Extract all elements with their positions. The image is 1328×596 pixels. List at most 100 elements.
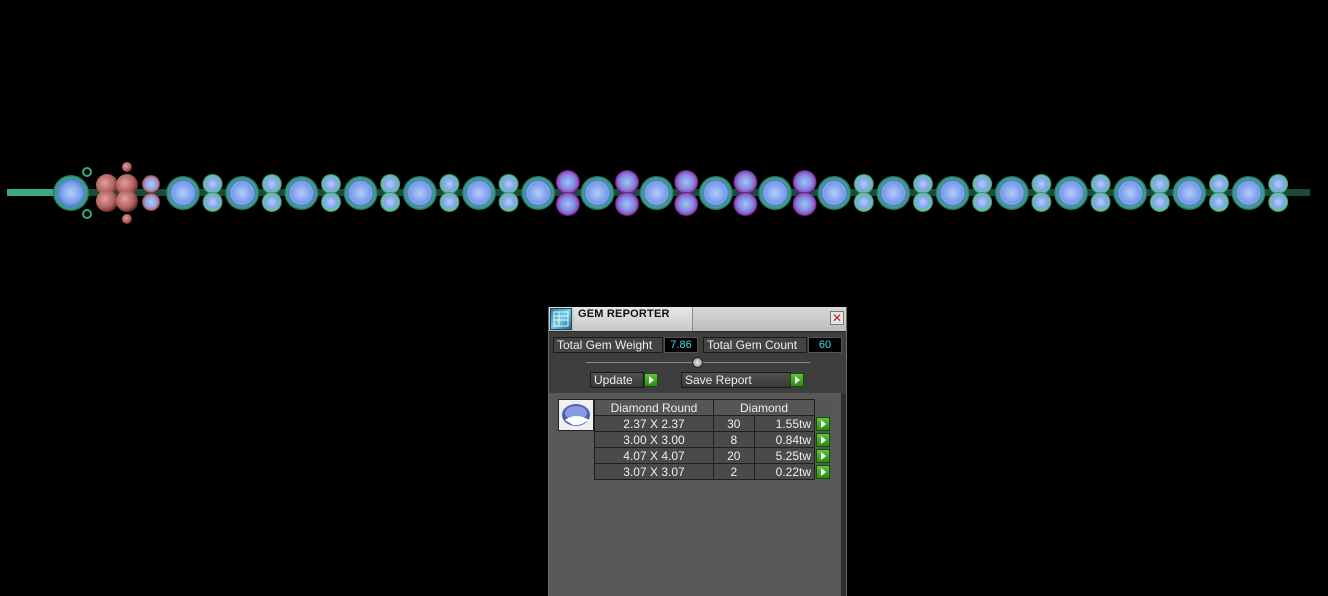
gem-small — [972, 174, 993, 194]
gem-small — [1149, 192, 1170, 212]
row-count: 2 — [713, 463, 755, 480]
row-weight: 0.22tw — [753, 463, 816, 480]
gem-small — [913, 174, 933, 194]
row-count: 8 — [713, 431, 755, 448]
row-count: 30 — [713, 415, 755, 432]
update-button[interactable]: Update — [590, 372, 644, 388]
gem-small — [792, 170, 817, 194]
gem-small — [733, 192, 758, 216]
gem-small — [733, 170, 758, 194]
panel-title: GEM REPORTER — [578, 308, 670, 320]
row-weight: 5.25tw — [753, 447, 816, 464]
gem-small — [142, 193, 160, 211]
gem-large — [225, 176, 260, 210]
gem-small — [555, 192, 580, 216]
gem-large — [1054, 176, 1088, 210]
clasp-bead — [122, 214, 132, 224]
gem-large — [166, 176, 200, 210]
gem-large — [1231, 176, 1266, 210]
gem-small — [555, 170, 580, 194]
gem-small — [498, 174, 519, 194]
gem-large — [402, 176, 437, 210]
total-weight-label: Total Gem Weight — [553, 337, 663, 353]
gem-small — [142, 175, 160, 193]
update-button-label: Update — [594, 373, 633, 387]
clasp-bead — [96, 190, 118, 212]
close-button[interactable]: ✕ — [830, 311, 844, 325]
gem-small — [615, 192, 639, 216]
row-count: 20 — [713, 447, 755, 464]
gem-small — [972, 192, 993, 212]
diamond-round-thumbnail — [558, 399, 594, 431]
gem-large — [1113, 176, 1148, 210]
table-row: 3.07 X 3.07 2 0.22tw — [594, 463, 833, 480]
gem-large — [343, 176, 378, 210]
gem-small — [321, 174, 341, 194]
gem-large — [935, 176, 970, 210]
row-select-icon[interactable] — [816, 448, 830, 463]
table-header-row: Diamond Round Diamond — [594, 399, 833, 416]
gem-small — [1209, 192, 1229, 212]
gem-small — [202, 174, 223, 194]
row-select-icon[interactable] — [816, 432, 830, 447]
gem-large — [53, 175, 89, 211]
gem-large — [580, 176, 615, 210]
gem-large — [1172, 176, 1207, 210]
gem-small — [1031, 174, 1052, 194]
gem-large — [462, 176, 496, 210]
row-select-icon[interactable] — [816, 416, 830, 431]
column-header-shape: Diamond Round — [594, 399, 714, 416]
report-area-scroll-edge — [841, 393, 846, 596]
row-weight: 0.84tw — [753, 431, 816, 448]
table-row: 2.37 X 2.37 30 1.55tw — [594, 415, 833, 432]
panel-splitter-handle[interactable] — [692, 357, 703, 368]
column-header-material: Diamond — [713, 399, 815, 416]
gem-small — [261, 174, 282, 194]
clasp-bead — [122, 162, 132, 172]
panel-titlebar[interactable]: GEM REPORTER ✕ — [549, 307, 846, 332]
total-count-label: Total Gem Count — [703, 337, 807, 353]
clasp-ring — [82, 167, 92, 177]
gem-small — [674, 170, 699, 194]
save-report-button[interactable]: Save Report — [681, 372, 791, 388]
gem-small — [261, 192, 282, 212]
gem-small — [913, 192, 933, 212]
gem-reporter-panel: GEM REPORTER ✕ Total Gem Weight 7.86 Tot… — [548, 307, 847, 596]
gem-small — [853, 192, 874, 212]
gem-reporter-app-icon — [550, 308, 572, 330]
gem-large — [698, 176, 733, 210]
gem-small — [439, 174, 460, 194]
gem-small — [853, 174, 874, 194]
gem-small — [1149, 174, 1170, 194]
gem-small — [615, 170, 639, 194]
row-size: 3.00 X 3.00 — [594, 431, 714, 448]
row-size: 2.37 X 2.37 — [594, 415, 714, 432]
gem-small — [321, 192, 341, 212]
gem-large — [521, 176, 556, 210]
save-report-go-icon[interactable] — [790, 373, 804, 387]
gem-table: Diamond Round Diamond 2.37 X 2.37 30 1.5… — [594, 399, 833, 480]
table-row: 3.00 X 3.00 8 0.84tw — [594, 431, 833, 448]
row-weight: 1.55tw — [753, 415, 816, 432]
close-icon: ✕ — [831, 311, 843, 325]
row-select-icon[interactable] — [816, 464, 830, 479]
gem-small — [674, 192, 699, 216]
gem-small — [439, 192, 460, 212]
gem-large — [817, 176, 852, 210]
gem-small — [1268, 174, 1289, 194]
gem-small — [1268, 192, 1289, 212]
gem-small — [498, 192, 519, 212]
row-size: 4.07 X 4.07 — [594, 447, 714, 464]
total-count-value: 60 — [808, 337, 842, 353]
gem-small — [1090, 174, 1111, 194]
table-row: 4.07 X 4.07 20 5.25tw — [594, 447, 833, 464]
model-viewport[interactable] — [0, 0, 1328, 300]
update-go-icon[interactable] — [644, 373, 658, 387]
gem-small — [1090, 192, 1111, 212]
total-weight-value: 7.86 — [664, 337, 698, 353]
gem-small — [380, 192, 401, 212]
gem-large — [639, 176, 674, 210]
save-report-button-label: Save Report — [685, 373, 752, 387]
gem-large — [758, 176, 792, 210]
gem-large — [994, 176, 1029, 210]
